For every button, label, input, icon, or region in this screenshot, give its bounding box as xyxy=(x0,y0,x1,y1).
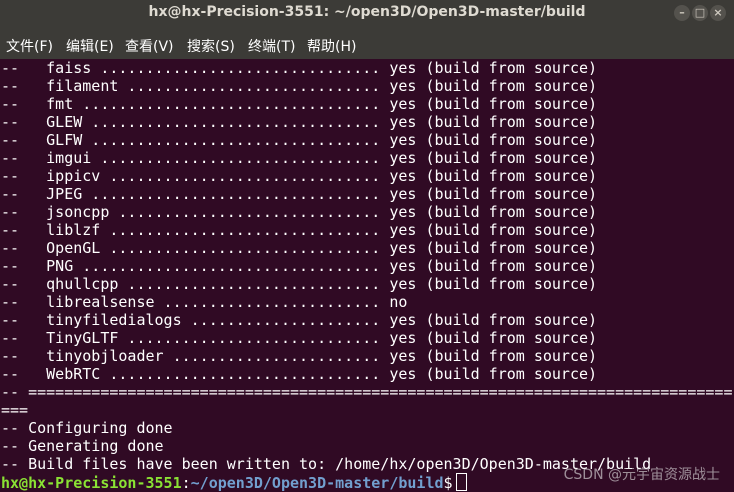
terminal-line: -- qhullcpp ............................… xyxy=(1,275,598,293)
menu-bar: 文件(F) 编辑(E) 查看(V) 搜索(S) 终端(T) 帮助(H) xyxy=(0,26,734,59)
prompt-path: ~/open3D/Open3D-master/build xyxy=(190,474,444,492)
menu-terminal[interactable]: 终端(T) xyxy=(248,36,295,56)
menu-edit[interactable]: 编辑(E) xyxy=(66,36,114,56)
window-titlebar: hx@hx-Precision-3551: ~/open3D/Open3D-ma… xyxy=(0,0,734,26)
terminal-line: === xyxy=(1,401,29,419)
terminal-line: -- GLFW ................................… xyxy=(1,131,598,149)
text-cursor xyxy=(455,473,467,491)
terminal-line: -- =====================================… xyxy=(1,383,733,401)
terminal-line: -- OpenGL ..............................… xyxy=(1,239,598,257)
terminal-text: -- faiss ...............................… xyxy=(1,59,733,492)
terminal-line: -- ippicv ..............................… xyxy=(1,167,598,185)
terminal-line: -- Generating done xyxy=(1,437,164,455)
terminal-line: -- tinyfiledialogs .....................… xyxy=(1,311,598,329)
terminal-line: -- JPEG ................................… xyxy=(1,185,598,203)
menu-file[interactable]: 文件(F) xyxy=(6,36,53,56)
watermark: CSDN @元宇宙资源战士 xyxy=(563,467,720,483)
close-icon[interactable]: × xyxy=(710,5,726,21)
terminal-line: -- liblzf ..............................… xyxy=(1,221,598,239)
terminal-line: -- PNG .................................… xyxy=(1,257,598,275)
terminal-line: -- fmt .................................… xyxy=(1,95,598,113)
terminal-line: -- librealsense ........................… xyxy=(1,293,408,311)
terminal-line: -- Build files have been written to: /ho… xyxy=(1,455,652,473)
menu-help[interactable]: 帮助(H) xyxy=(307,36,356,56)
window-title: hx@hx-Precision-3551: ~/open3D/Open3D-ma… xyxy=(148,4,586,20)
terminal-line: -- GLEW ................................… xyxy=(1,113,598,131)
terminal-line: -- TinyGLTF ............................… xyxy=(1,329,598,347)
menu-view[interactable]: 查看(V) xyxy=(125,36,174,56)
terminal-line: -- faiss ...............................… xyxy=(1,59,598,77)
prompt-separator: : xyxy=(181,474,191,492)
menu-search[interactable]: 搜索(S) xyxy=(187,36,235,56)
terminal-line: -- jsoncpp .............................… xyxy=(1,203,598,221)
terminal-line: -- filament ............................… xyxy=(1,77,598,95)
shell-prompt: hx@hx-Precision-3551:~/open3D/Open3D-mas… xyxy=(1,473,467,492)
terminal-line: -- tinyobjloader .......................… xyxy=(1,347,598,365)
minimize-icon[interactable]: – xyxy=(674,5,690,21)
maximize-icon[interactable]: □ xyxy=(692,5,708,21)
prompt-user: hx@hx-Precision-3551 xyxy=(1,474,182,492)
terminal-line: -- Configuring done xyxy=(1,419,173,437)
terminal-line: -- imgui ...............................… xyxy=(1,149,598,167)
prompt-symbol: $ xyxy=(443,474,453,492)
terminal-output[interactable]: -- faiss ...............................… xyxy=(0,59,734,492)
terminal-line: -- WebRTC ..............................… xyxy=(1,365,598,383)
